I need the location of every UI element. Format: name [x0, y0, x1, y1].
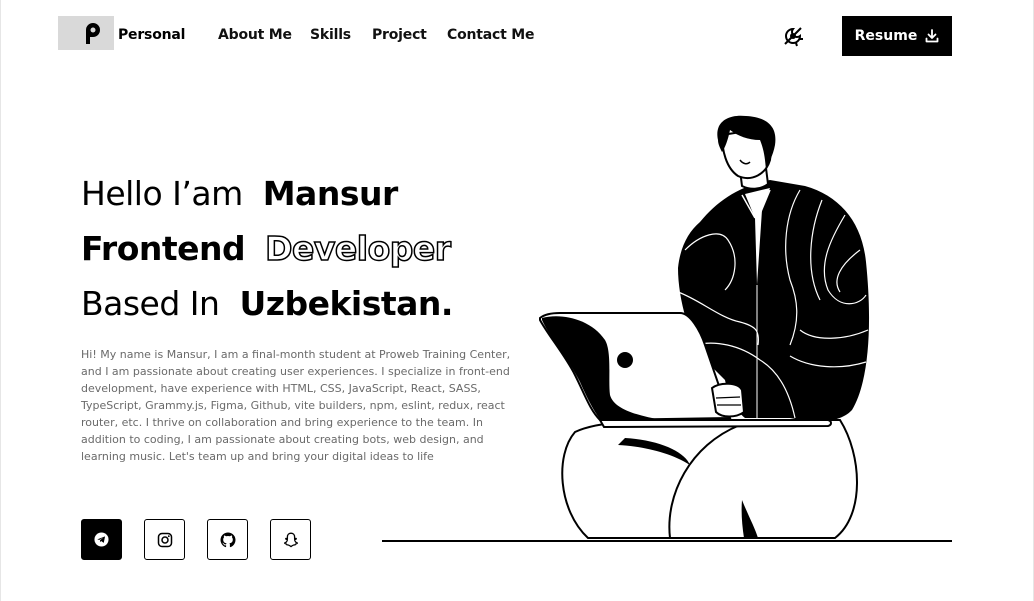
hero-role: Frontend — [81, 229, 246, 268]
github-button[interactable] — [207, 519, 248, 560]
telegram-icon — [94, 532, 109, 547]
hero-greeting: Hello I’am — [81, 174, 243, 213]
instagram-button[interactable] — [144, 519, 185, 560]
theme-toggle-button[interactable] — [780, 23, 806, 49]
snapchat-icon — [283, 532, 298, 547]
hero-line-greeting: Hello I’am Mansur — [81, 174, 398, 214]
nav-link-skills[interactable]: Skills — [310, 27, 351, 43]
logo-mark-icon — [86, 23, 100, 44]
telegram-button[interactable] — [81, 519, 122, 560]
hand — [710, 382, 746, 418]
logo[interactable] — [58, 16, 114, 50]
instagram-icon — [157, 532, 172, 547]
hero-location-prefix: Based In — [81, 284, 220, 323]
hero-name: Mansur — [262, 174, 399, 213]
laptop-logo — [617, 352, 633, 368]
github-icon — [220, 532, 235, 547]
hero-illustration — [382, 115, 952, 542]
nav-link-project[interactable]: Project — [372, 27, 427, 43]
resume-button[interactable]: Resume — [842, 16, 952, 56]
laptop-base — [598, 419, 832, 429]
nav-link-contact-me[interactable]: Contact Me — [447, 27, 534, 43]
download-icon — [925, 29, 939, 43]
brand-name: Personal — [118, 27, 186, 43]
legs — [561, 419, 858, 539]
snapchat-button[interactable] — [270, 519, 311, 560]
theme-toggle-icon — [784, 27, 803, 47]
nav-link-about-me[interactable]: About Me — [218, 27, 292, 43]
resume-label: Resume — [854, 28, 918, 44]
